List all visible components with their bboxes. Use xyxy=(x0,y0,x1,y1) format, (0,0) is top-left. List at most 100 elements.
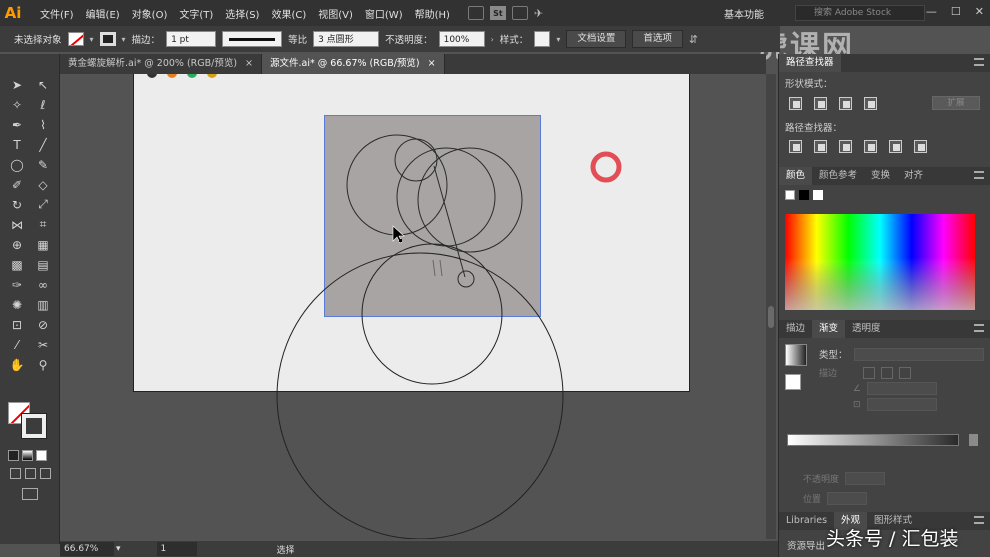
eyedropper-icon[interactable]: ✑ xyxy=(6,276,28,293)
style-swatch[interactable] xyxy=(534,31,551,47)
stroke-weight-input[interactable]: 1 pt xyxy=(166,31,217,47)
artboard-tool-icon[interactable]: ⊡ xyxy=(6,316,28,333)
exclude-icon[interactable] xyxy=(864,96,877,110)
stock-icon[interactable]: St xyxy=(489,6,506,20)
minimize-icon[interactable]: — xyxy=(926,5,937,18)
minus-front-icon[interactable] xyxy=(814,96,827,110)
white-swatch[interactable] xyxy=(813,190,823,200)
slice-tool-icon[interactable]: ⊘ xyxy=(32,316,54,333)
menu-effect[interactable]: 效果(C) xyxy=(265,6,312,21)
scrollbar-thumb[interactable] xyxy=(768,306,774,328)
stroke-swatch[interactable] xyxy=(99,32,116,46)
tab-close-icon[interactable]: × xyxy=(428,54,436,74)
gradient-tool-icon[interactable]: ▤ xyxy=(32,256,54,273)
asset-export-label[interactable]: 资源导出 xyxy=(787,538,825,552)
stock-search-input[interactable]: 搜索 Adobe Stock xyxy=(795,5,925,21)
black-swatch[interactable] xyxy=(799,190,809,200)
zoom-tool-icon[interactable]: ⚲ xyxy=(32,356,54,373)
gradient-preview-swatch[interactable] xyxy=(785,344,807,366)
stroke-within-icon[interactable] xyxy=(863,366,876,379)
tab-pathfinder[interactable]: 路径查找器 xyxy=(779,54,841,72)
document-setup-button[interactable]: 文档设置 xyxy=(566,30,627,48)
width-tool-icon[interactable]: ⋈ xyxy=(6,216,28,233)
stroke-profile-select[interactable] xyxy=(222,31,283,47)
workspace-switcher[interactable]: 基本功能 xyxy=(724,6,764,21)
screen-mode-icon[interactable] xyxy=(22,488,38,500)
trash-icon[interactable] xyxy=(969,434,978,446)
panel-menu-icon[interactable] xyxy=(974,171,984,179)
menu-window[interactable]: 窗口(W) xyxy=(359,6,409,21)
lasso-icon[interactable]: ℓ xyxy=(32,96,54,113)
arrange-icon[interactable]: ⇵ xyxy=(689,33,698,46)
draw-normal-icon[interactable] xyxy=(10,468,21,479)
tab-color[interactable]: 颜色 xyxy=(779,167,813,185)
gradient-mode-icon[interactable] xyxy=(22,450,33,461)
gradient-slider[interactable] xyxy=(787,434,959,446)
draw-behind-icon[interactable] xyxy=(25,468,36,479)
fill-swatch[interactable] xyxy=(67,32,84,46)
shape-builder-icon[interactable]: ⊕ xyxy=(6,236,28,253)
magic-wand-icon[interactable]: ✧ xyxy=(6,96,28,113)
hand-tool-icon[interactable]: ✋ xyxy=(6,356,28,373)
color-spectrum[interactable] xyxy=(785,214,975,310)
eraser-icon[interactable]: ◇ xyxy=(32,176,54,193)
line-tool-icon[interactable]: ╱ xyxy=(32,136,54,153)
bridge-icon[interactable] xyxy=(467,6,484,20)
gradient-stroke-swatch[interactable] xyxy=(785,374,801,390)
perspective-grid-icon[interactable]: ▦ xyxy=(32,236,54,253)
none-swatch-icon[interactable] xyxy=(785,190,795,200)
maximize-icon[interactable]: ☐ xyxy=(951,5,961,18)
opacity-input[interactable]: 100% xyxy=(438,31,485,47)
type-tool-icon[interactable]: T xyxy=(6,136,28,153)
chevron-down-icon[interactable]: ▾ xyxy=(122,35,126,44)
outline-icon[interactable] xyxy=(889,140,902,153)
menu-edit[interactable]: 编辑(E) xyxy=(80,6,126,21)
draw-inside-icon[interactable] xyxy=(40,468,51,479)
aspect-ratio-input[interactable] xyxy=(866,398,937,411)
close-icon[interactable]: ✕ xyxy=(975,5,984,18)
menu-select[interactable]: 选择(S) xyxy=(219,6,265,21)
divide-icon[interactable] xyxy=(789,140,802,153)
stroke-profile-label[interactable]: 等比 xyxy=(288,32,307,46)
knife-icon[interactable]: ⁄ xyxy=(6,336,28,353)
zoom-level-input[interactable]: 66.67% xyxy=(60,542,114,556)
chevron-down-icon[interactable]: ▾ xyxy=(116,544,121,554)
chevron-down-icon[interactable]: ▾ xyxy=(90,35,94,44)
menu-help[interactable]: 帮助(H) xyxy=(409,6,456,21)
tab-color-guide[interactable]: 颜色参考 xyxy=(812,167,864,185)
pen-tool-icon[interactable]: ✒ xyxy=(6,116,28,133)
gradient-opacity-input[interactable] xyxy=(845,472,886,485)
color-mode-icon[interactable] xyxy=(8,450,19,461)
menu-object[interactable]: 对象(O) xyxy=(126,6,174,21)
angle-input[interactable] xyxy=(867,382,938,395)
curvature-tool-icon[interactable]: ⌇ xyxy=(32,116,54,133)
ellipse-tool-icon[interactable]: ◯ xyxy=(6,156,28,173)
gpu-rocket-icon[interactable]: ✈ xyxy=(534,7,543,20)
tab-transform[interactable]: 变换 xyxy=(864,167,897,185)
brush-select[interactable]: 3 点圆形 xyxy=(313,31,380,47)
blend-tool-icon[interactable]: ∞ xyxy=(32,276,54,293)
chevron-right-icon[interactable]: › xyxy=(491,35,494,44)
tab-gradient[interactable]: 渐变 xyxy=(812,320,846,338)
vertical-scrollbar[interactable] xyxy=(766,74,776,539)
free-transform-icon[interactable]: ⌗ xyxy=(32,216,54,233)
shaper-tool-icon[interactable]: ✐ xyxy=(6,176,28,193)
direct-selection-tool-icon[interactable]: ↖ xyxy=(32,76,54,93)
gradient-type-select[interactable] xyxy=(853,347,984,361)
tab-golden-spiral[interactable]: 黄金螺旋解析.ai* @ 200% (RGB/预览) × xyxy=(60,54,263,74)
trim-icon[interactable] xyxy=(814,140,827,153)
panel-menu-icon[interactable] xyxy=(974,324,984,332)
vector-circle[interactable] xyxy=(276,252,564,539)
stroke-black-swatch[interactable] xyxy=(21,413,47,439)
mesh-tool-icon[interactable]: ▩ xyxy=(6,256,28,273)
paintbrush-icon[interactable]: ✎ xyxy=(32,156,54,173)
artboard-number-input[interactable]: 1 xyxy=(156,542,197,556)
menu-view[interactable]: 视图(V) xyxy=(312,6,359,21)
canvas-area[interactable] xyxy=(60,74,766,539)
chevron-down-icon[interactable]: ▾ xyxy=(556,35,560,44)
panel-menu-icon[interactable] xyxy=(974,516,984,524)
selection-tool-icon[interactable]: ➤ xyxy=(6,76,28,93)
tab-stroke[interactable]: 描边 xyxy=(779,320,812,338)
scale-tool-icon[interactable]: ⤢ xyxy=(32,196,54,213)
merge-icon[interactable] xyxy=(839,140,852,153)
